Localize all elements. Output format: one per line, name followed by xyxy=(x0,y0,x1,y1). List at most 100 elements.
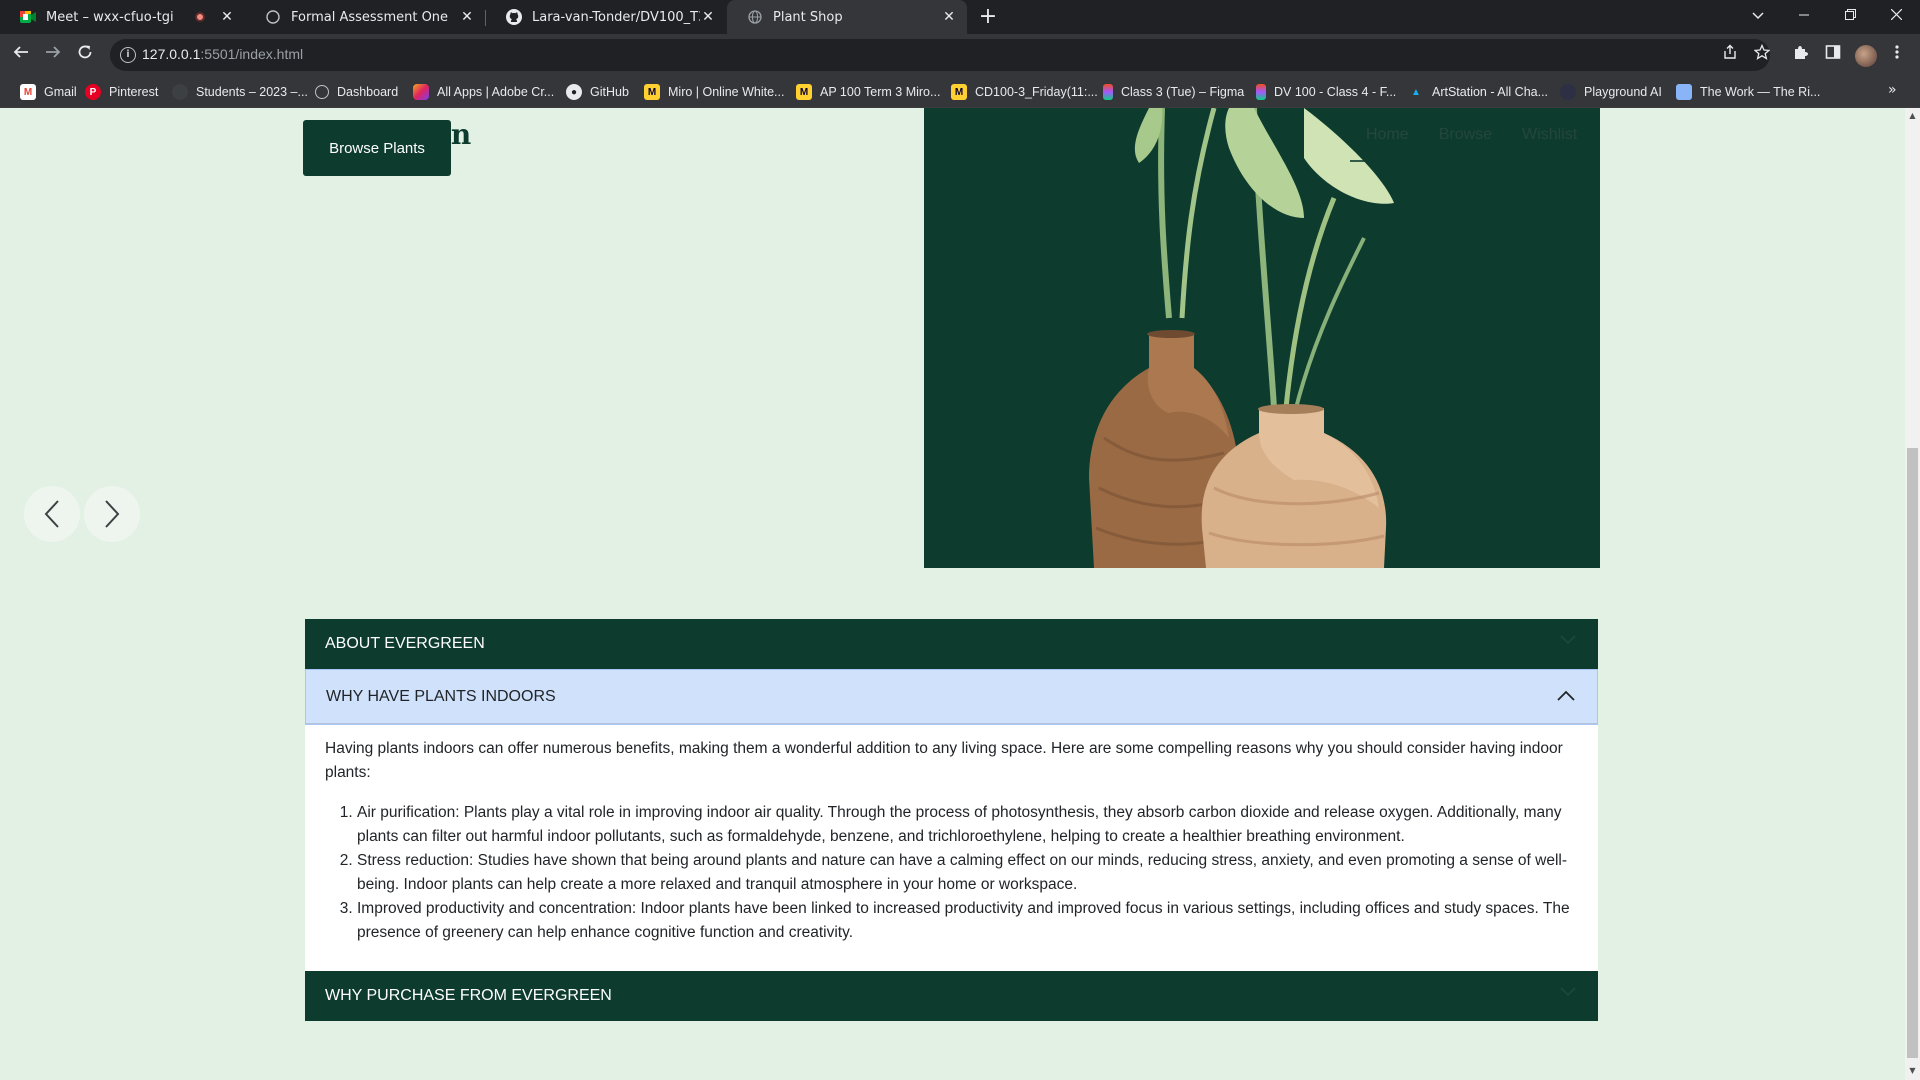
bookmark-adobe[interactable]: All Apps | Adobe Cr... xyxy=(413,83,554,101)
tab-title: Formal Assessment One xyxy=(291,9,449,25)
nav-wishlist-link[interactable]: Wishlist xyxy=(1522,126,1577,144)
figma-icon xyxy=(1256,84,1266,100)
bookmark-miro[interactable]: M Miro | Online White... xyxy=(644,83,784,101)
browser-menu-icon[interactable] xyxy=(1884,42,1910,68)
url-path: :5501/index.html xyxy=(200,46,304,62)
scroll-down-icon[interactable]: ▼ xyxy=(1908,1066,1917,1075)
close-tab-icon[interactable]: ✕ xyxy=(459,9,475,25)
scroll-up-icon[interactable]: ▲ xyxy=(1908,111,1917,120)
restore-icon[interactable] xyxy=(1827,0,1873,34)
chevron-down-icon xyxy=(1560,635,1576,645)
bookmark-label: AP 100 Term 3 Miro... xyxy=(820,85,941,99)
bookmark-cd100[interactable]: M CD100-3_Friday(11:... xyxy=(951,83,1098,101)
chevron-up-icon xyxy=(1557,690,1575,701)
list-item: Improved productivity and concentration:… xyxy=(357,897,1578,945)
nav-home-link[interactable]: Home xyxy=(1350,126,1425,162)
share-icon[interactable] xyxy=(1717,42,1743,68)
tab-formal-assessment[interactable]: Formal Assessment One ✕ xyxy=(245,0,485,34)
browser-toolbar: i 127.0.0.1:5501/index.html xyxy=(0,34,1920,76)
accordion-header-why-purchase[interactable]: WHY PURCHASE FROM EVERGREEN xyxy=(305,971,1598,1021)
new-tab-button[interactable]: + xyxy=(975,4,1001,30)
accordion-body-why-indoors: Having plants indoors can offer numerous… xyxy=(305,725,1598,971)
list-item: Stress reduction: Studies have shown tha… xyxy=(357,849,1578,897)
benefits-list: Air purification: Plants play a vital ro… xyxy=(325,801,1578,945)
bookmark-ap100[interactable]: M AP 100 Term 3 Miro... xyxy=(796,83,940,101)
site-info-icon[interactable]: i xyxy=(120,47,136,63)
faq-accordion: ABOUT EVERGREEN WHY HAVE PLANTS INDOORS … xyxy=(305,619,1598,1021)
miro-icon: M xyxy=(644,84,660,100)
bookmark-label: Miro | Online White... xyxy=(668,85,785,99)
bookmark-students[interactable]: Students – 2023 –... xyxy=(172,83,308,101)
tab-title: Meet – wxx-cfuo-tgi xyxy=(46,9,174,25)
bookmark-label: Students – 2023 –... xyxy=(196,85,308,99)
carousel-prev-button[interactable] xyxy=(24,486,80,542)
gmail-icon: M xyxy=(20,84,36,100)
browse-plants-button[interactable]: Browse Plants xyxy=(303,120,451,176)
forward-arrow-icon[interactable] xyxy=(40,42,66,68)
extensions-puzzle-icon[interactable] xyxy=(1788,42,1814,68)
bookmark-figma-class3[interactable]: Class 3 (Tue) – Figma xyxy=(1103,83,1244,101)
nav-browse-link[interactable]: Browse xyxy=(1439,126,1492,144)
bookmarks-bar: M Gmail P Pinterest Students – 2023 –... D… xyxy=(0,76,1920,108)
site-icon xyxy=(172,84,188,100)
bookmark-gmail[interactable]: M Gmail xyxy=(20,83,77,101)
bookmark-playground[interactable]: Playground AI xyxy=(1560,83,1662,101)
bookmarks-overflow-icon[interactable]: » xyxy=(1888,82,1897,98)
google-meet-icon xyxy=(20,9,36,25)
tab-meet[interactable]: Meet – wxx-cfuo-tgi ✕ xyxy=(0,0,245,34)
address-bar[interactable]: i 127.0.0.1:5501/index.html xyxy=(110,39,1770,71)
pinterest-icon: P xyxy=(85,84,101,100)
bookmark-label: Pinterest xyxy=(109,85,159,99)
miro-icon: M xyxy=(796,84,812,100)
chevron-left-icon xyxy=(44,500,59,528)
close-tab-icon[interactable]: ✕ xyxy=(219,9,235,25)
hero-plant-image xyxy=(924,108,1600,568)
scrollbar-thumb[interactable] xyxy=(1907,448,1918,1058)
bookmark-label: Gmail xyxy=(44,85,77,99)
bookmark-label: Class 3 (Tue) – Figma xyxy=(1121,85,1245,99)
bookmark-label: The Work — The Ri... xyxy=(1700,85,1821,99)
bookmark-star-icon[interactable] xyxy=(1749,42,1775,68)
bookmark-dashboard[interactable]: Dashboard xyxy=(315,83,398,101)
github-icon: ● xyxy=(566,84,582,100)
bookmark-label: GitHub xyxy=(590,85,629,99)
bookmark-github[interactable]: ● GitHub xyxy=(566,83,629,101)
bookmark-label: DV 100 - Class 4 - F... xyxy=(1274,85,1397,99)
tab-search-icon[interactable] xyxy=(1735,0,1781,34)
bookmark-label: Playground AI xyxy=(1584,85,1662,99)
side-panel-icon[interactable] xyxy=(1820,42,1846,68)
list-item: Air purification: Plants play a vital ro… xyxy=(357,801,1578,849)
carousel-next-button[interactable] xyxy=(84,486,140,542)
accordion-title: WHY PURCHASE FROM EVERGREEN xyxy=(325,987,612,1004)
minimize-icon[interactable] xyxy=(1781,0,1827,34)
accordion-header-why-indoors[interactable]: WHY HAVE PLANTS INDOORS xyxy=(305,669,1598,725)
miro-icon: M xyxy=(951,84,967,100)
url-text: 127.0.0.1:5501/index.html xyxy=(142,46,303,62)
close-tab-icon[interactable]: ✕ xyxy=(700,9,716,25)
bookmark-label: ArtStation - All Cha... xyxy=(1432,85,1549,99)
bookmark-artstation[interactable]: ▲ ArtStation - All Cha... xyxy=(1408,83,1548,101)
artstation-icon: ▲ xyxy=(1411,86,1421,98)
globe-icon xyxy=(747,9,763,25)
close-tab-icon[interactable]: ✕ xyxy=(941,9,957,25)
bookmark-label: CD100-3_Friday(11:... xyxy=(975,85,1098,99)
url-host: 127.0.0.1 xyxy=(142,46,201,62)
tab-plant-shop[interactable]: Plant Shop ✕ xyxy=(727,0,967,34)
bookmark-the-work[interactable]: The Work — The Ri... xyxy=(1676,83,1820,101)
tab-title: Lara-van-Tonder/DV100_T3_Form xyxy=(532,9,700,25)
chevron-down-icon xyxy=(1560,987,1576,997)
back-arrow-icon[interactable] xyxy=(8,42,34,68)
page-scrollbar[interactable]: ▲ ▼ xyxy=(1905,108,1920,1080)
reload-icon[interactable] xyxy=(72,42,98,68)
tab-github[interactable]: Lara-van-Tonder/DV100_T3_Form ✕ xyxy=(486,0,726,34)
site-icon xyxy=(1560,84,1576,100)
close-window-icon[interactable] xyxy=(1873,0,1919,34)
accordion-intro-text: Having plants indoors can offer numerous… xyxy=(325,740,1563,781)
globe-icon xyxy=(315,85,329,99)
bookmark-pinterest[interactable]: P Pinterest xyxy=(85,83,158,101)
github-icon xyxy=(506,9,522,25)
figma-icon xyxy=(1103,84,1113,100)
profile-avatar[interactable] xyxy=(1855,45,1877,67)
bookmark-figma-dv100[interactable]: DV 100 - Class 4 - F... xyxy=(1256,83,1396,101)
accordion-header-about[interactable]: ABOUT EVERGREEN xyxy=(305,619,1598,669)
